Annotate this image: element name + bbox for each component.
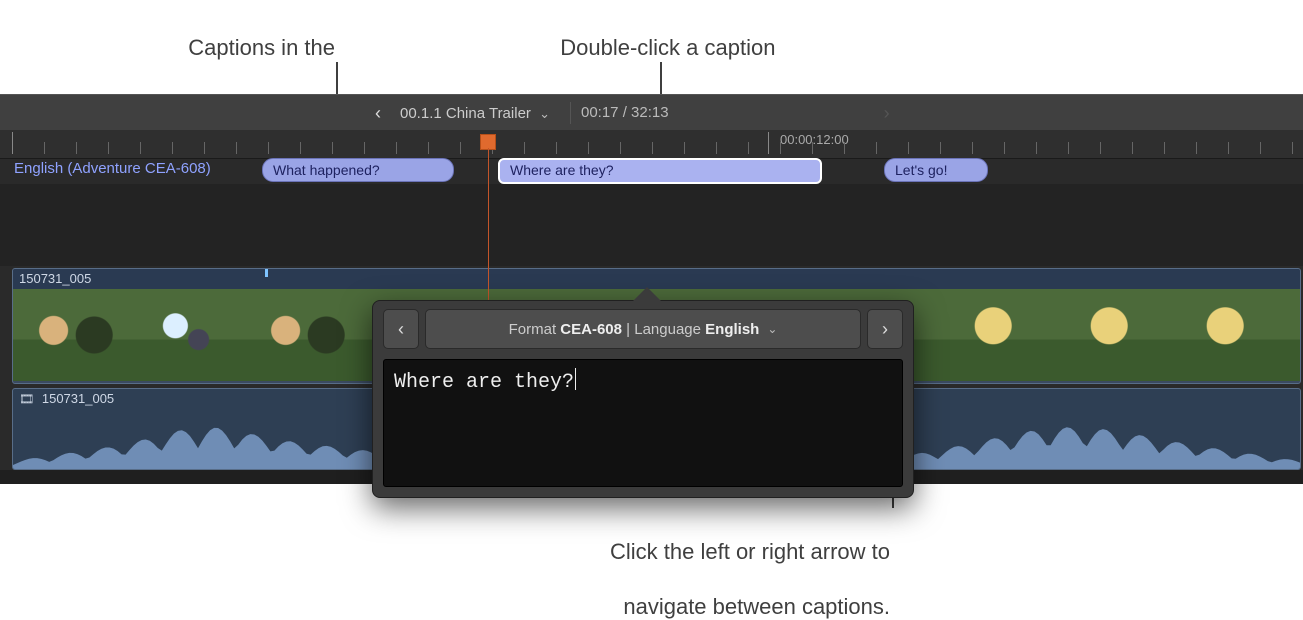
caption-prev-button[interactable]: ‹ <box>383 309 419 349</box>
separator: | <box>622 321 634 338</box>
ruler-tick-minor <box>1068 142 1069 154</box>
ruler-tick-minor <box>844 142 845 154</box>
clip-in-marker <box>265 269 268 277</box>
ruler-tick-minor <box>204 142 205 154</box>
clip-title-bar <box>13 269 1300 289</box>
clip-thumbnail <box>1173 289 1290 381</box>
audio-clip-name: 150731_005 <box>42 391 114 406</box>
ruler-tick-minor <box>140 142 141 154</box>
ruler-tick-minor <box>684 142 685 154</box>
language-label: Language <box>634 321 701 338</box>
ruler-tick-minor <box>332 142 333 154</box>
audio-clip-title: 150731_005 <box>19 391 114 406</box>
language-value: English <box>705 321 759 338</box>
ruler-tick-minor <box>748 142 749 154</box>
chevron-down-icon: ⌄ <box>535 106 560 121</box>
ruler-tick-minor <box>972 142 973 154</box>
clip-thumbnail <box>941 289 1058 381</box>
caption-format-language-dropdown[interactable]: Format CEA-608 | Language English ⌄ <box>425 309 861 349</box>
ruler-tick-minor <box>428 142 429 154</box>
caption-clip[interactable]: Where are they? <box>498 158 822 184</box>
ruler-tick-minor <box>1292 142 1293 154</box>
ruler-tick-minor <box>108 142 109 154</box>
ruler-tick-minor <box>1228 142 1229 154</box>
ruler-tick-minor <box>652 142 653 154</box>
text-caret <box>575 368 576 390</box>
ruler-tick-minor <box>364 142 365 154</box>
caption-clip-text: Where are they? <box>510 162 614 178</box>
clip-title: 150731_005 <box>19 271 91 286</box>
clip-thumbnail <box>13 289 130 381</box>
ruler-tick-minor <box>588 142 589 154</box>
chevron-down-icon: ⌄ <box>767 322 777 336</box>
ruler-tick-minor <box>780 142 781 154</box>
timeline-ruler[interactable]: 00:00:12:00 <box>0 130 1303 159</box>
caption-lane: What happened? Where are they? Let's go! <box>0 158 1303 182</box>
annotation-text: navigate between captions. <box>623 594 890 619</box>
ruler-tick-minor <box>812 142 813 154</box>
caption-clip[interactable]: What happened? <box>262 158 454 182</box>
caption-clip-text: What happened? <box>273 162 380 178</box>
clip-thumbnail <box>1289 289 1301 381</box>
ruler-tick-minor <box>76 142 77 154</box>
ruler-tick-minor <box>396 142 397 154</box>
format-label: Format <box>509 321 557 338</box>
ruler-tick-minor <box>460 142 461 154</box>
ruler-tick-minor <box>1260 142 1261 154</box>
caption-clip[interactable]: Let's go! <box>884 158 988 182</box>
project-title-dropdown[interactable]: 00.1.1 China Trailer ⌄ <box>396 105 564 122</box>
ruler-tick-minor <box>1100 142 1101 154</box>
ruler-tick-minor <box>44 142 45 154</box>
project-title-text: 00.1.1 China Trailer <box>400 105 531 122</box>
annotation-text: Click the left or right arrow to <box>610 539 890 564</box>
clip-thumbnail <box>245 289 362 381</box>
caption-text-content: Where are they? <box>394 371 574 394</box>
caption-text-editor[interactable]: Where are they? <box>383 359 903 487</box>
project-timecode: 00:17 / 32:13 <box>570 102 669 124</box>
ruler-tick-minor <box>940 142 941 154</box>
caption-editor-popover: ‹ Format CEA-608 | Language English ⌄ › … <box>372 300 914 498</box>
ruler-tick-minor <box>908 142 909 154</box>
format-value: CEA-608 <box>560 321 622 338</box>
ruler-tick-minor <box>172 142 173 154</box>
clip-thumbnail <box>1057 289 1174 381</box>
ruler-tick-minor <box>620 142 621 154</box>
timeline-history-forward-button[interactable]: › <box>869 103 905 124</box>
timeline-titlebar: ‹ 00.1.1 China Trailer ⌄ 00:17 / 32:13 › <box>0 94 1303 132</box>
annotation-text: Double-click a caption <box>560 35 775 60</box>
ruler-tick-minor <box>236 142 237 154</box>
ruler-tick-minor <box>1004 142 1005 154</box>
ruler-tick-minor <box>1164 142 1165 154</box>
ruler-tick-major <box>768 132 769 154</box>
ruler-tick-minor <box>556 142 557 154</box>
ruler-tick-minor <box>876 142 877 154</box>
annotation-text: Captions in the <box>188 35 335 60</box>
annotation-nav-arrows: Click the left or right arrow to navigat… <box>560 510 890 620</box>
timeline-gap <box>0 184 1303 266</box>
caption-next-button[interactable]: › <box>867 309 903 349</box>
caption-editor-toolbar: ‹ Format CEA-608 | Language English ⌄ › <box>373 301 913 349</box>
caption-clip-text: Let's go! <box>895 162 948 178</box>
ruler-tick-minor <box>716 142 717 154</box>
clip-thumbnail <box>129 289 246 381</box>
ruler-tick-major <box>12 132 13 154</box>
ruler-tick-minor <box>1036 142 1037 154</box>
ruler-tick-minor <box>300 142 301 154</box>
timeline-history-back-button[interactable]: ‹ <box>360 103 396 124</box>
ruler-tick-minor <box>1132 142 1133 154</box>
ruler-tick-minor <box>268 142 269 154</box>
ruler-tick-minor <box>524 142 525 154</box>
filmstrip-icon <box>19 391 38 406</box>
ruler-tick-minor <box>1196 142 1197 154</box>
